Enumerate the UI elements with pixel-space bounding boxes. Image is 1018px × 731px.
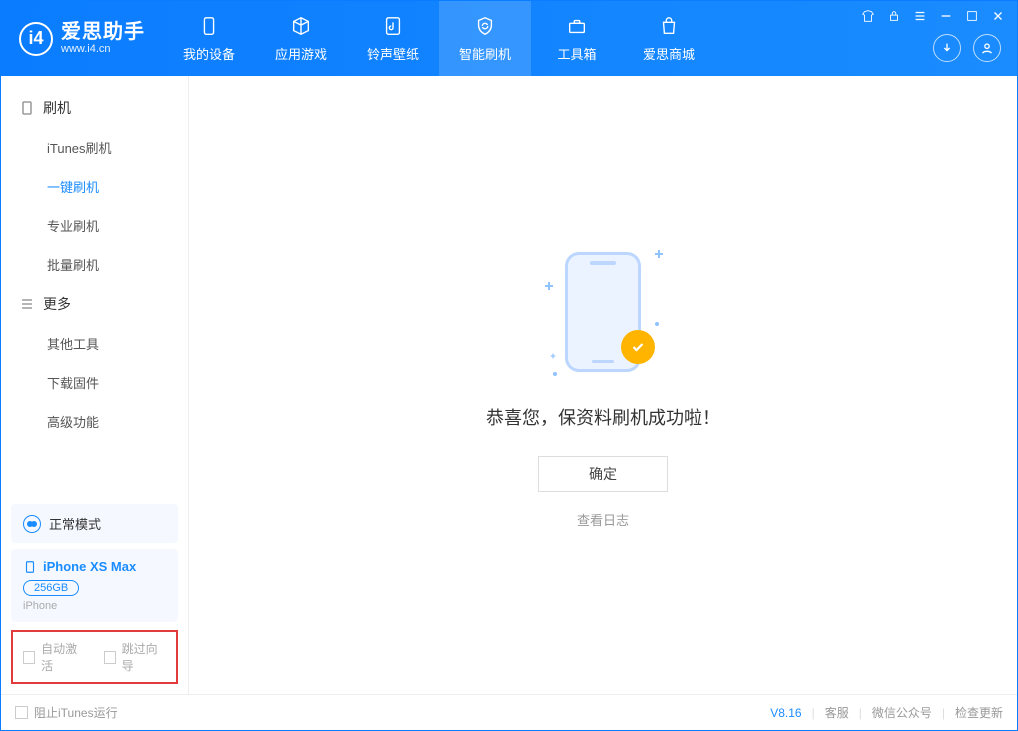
device-phone-icon <box>23 560 37 574</box>
device-storage-badge: 256GB <box>23 580 79 596</box>
confirm-button[interactable]: 确定 <box>538 456 668 492</box>
nav-apps-games[interactable]: 应用游戏 <box>255 1 347 76</box>
view-log-link[interactable]: 查看日志 <box>577 510 629 529</box>
device-card[interactable]: iPhone XS Max 256GB iPhone <box>11 549 178 622</box>
checkbox-auto-activate[interactable]: 自动激活 <box>23 640 86 674</box>
checkbox-block-itunes[interactable]: 阻止iTunes运行 <box>15 704 118 721</box>
device-type: iPhone <box>23 600 166 612</box>
sidebar-item-itunes-flash[interactable]: iTunes刷机 <box>1 128 188 167</box>
footer: 阻止iTunes运行 V8.16 | 客服 | 微信公众号 | 检查更新 <box>1 694 1017 730</box>
sidebar-group-more: 更多 <box>1 284 188 324</box>
highlight-box: 自动激活 跳过向导 <box>11 630 178 684</box>
success-illustration <box>543 242 663 382</box>
minimize-icon[interactable] <box>939 9 953 23</box>
top-nav: 我的设备 应用游戏 铃声壁纸 智能刷机 工具箱 爱思商城 <box>163 1 715 76</box>
phone-icon <box>197 14 221 38</box>
sidebar-group-flash: 刷机 <box>1 88 188 128</box>
footer-link-update[interactable]: 检查更新 <box>955 704 1003 721</box>
sidebar-item-advanced[interactable]: 高级功能 <box>1 402 188 441</box>
refresh-shield-icon <box>473 14 497 38</box>
sidebar: 刷机 iTunes刷机 一键刷机 专业刷机 批量刷机 更多 其他工具 下载固件 … <box>1 76 189 694</box>
lock-icon[interactable] <box>887 9 901 23</box>
nav-smart-flash[interactable]: 智能刷机 <box>439 1 531 76</box>
sidebar-item-other-tools[interactable]: 其他工具 <box>1 324 188 363</box>
cube-icon <box>289 14 313 38</box>
mode-icon <box>23 515 41 533</box>
footer-link-support[interactable]: 客服 <box>825 704 849 721</box>
user-button[interactable] <box>973 34 1001 62</box>
phone-small-icon <box>19 100 35 116</box>
music-file-icon <box>381 14 405 38</box>
version-label: V8.16 <box>770 706 801 720</box>
mode-card[interactable]: 正常模式 <box>11 504 178 543</box>
download-button[interactable] <box>933 34 961 62</box>
menu-icon[interactable] <box>913 9 927 23</box>
main-content: 恭喜您，保资料刷机成功啦！ 确定 查看日志 <box>189 76 1017 694</box>
logo: i4 爱思助手 www.i4.cn <box>1 1 163 76</box>
success-message: 恭喜您，保资料刷机成功啦！ <box>486 404 720 430</box>
nav-my-device[interactable]: 我的设备 <box>163 1 255 76</box>
toolbox-icon <box>565 14 589 38</box>
header: i4 爱思助手 www.i4.cn 我的设备 应用游戏 铃声壁纸 智能刷机 <box>1 1 1017 76</box>
app-url: www.i4.cn <box>61 43 145 55</box>
logo-icon: i4 <box>19 22 53 56</box>
checkbox-skip-guide[interactable]: 跳过向导 <box>104 640 167 674</box>
footer-link-wechat[interactable]: 微信公众号 <box>872 704 932 721</box>
bag-icon <box>657 14 681 38</box>
nav-store[interactable]: 爱思商城 <box>623 1 715 76</box>
nav-toolbox[interactable]: 工具箱 <box>531 1 623 76</box>
sidebar-item-pro-flash[interactable]: 专业刷机 <box>1 206 188 245</box>
maximize-icon[interactable] <box>965 9 979 23</box>
device-name: iPhone XS Max <box>43 559 136 574</box>
sidebar-item-download-firmware[interactable]: 下载固件 <box>1 363 188 402</box>
header-right <box>849 1 1017 76</box>
check-badge-icon <box>621 330 655 364</box>
shirt-icon[interactable] <box>861 9 875 23</box>
list-icon <box>19 296 35 312</box>
sidebar-item-batch-flash[interactable]: 批量刷机 <box>1 245 188 284</box>
nav-ringtone-wallpaper[interactable]: 铃声壁纸 <box>347 1 439 76</box>
app-window: i4 爱思助手 www.i4.cn 我的设备 应用游戏 铃声壁纸 智能刷机 <box>0 0 1018 731</box>
window-controls <box>861 9 1005 23</box>
close-icon[interactable] <box>991 9 1005 23</box>
sidebar-item-onekey-flash[interactable]: 一键刷机 <box>1 167 188 206</box>
app-name: 爱思助手 <box>61 21 145 43</box>
body: 刷机 iTunes刷机 一键刷机 专业刷机 批量刷机 更多 其他工具 下载固件 … <box>1 76 1017 694</box>
